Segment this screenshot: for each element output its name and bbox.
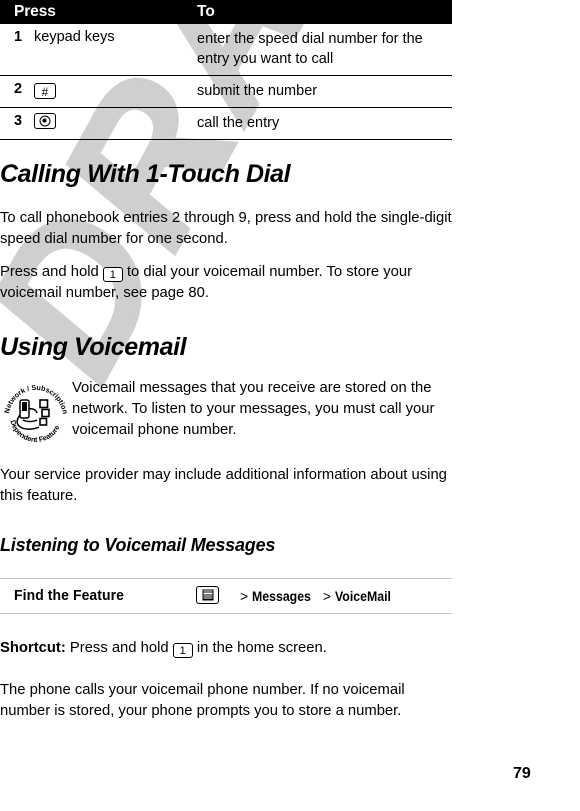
one-key-icon: 1: [102, 266, 123, 282]
menu-key-icon: [196, 586, 219, 605]
paragraph-closing: The phone calls your voicemail phone num…: [0, 682, 405, 719]
step-number: 1: [14, 29, 23, 45]
path-separator: >: [322, 588, 332, 604]
page-content: Press To 1 keypad keys enter the speed d…: [0, 0, 460, 811]
menu-path: > Messages > VoiceMail: [240, 588, 399, 604]
step-press-value: #: [34, 81, 189, 99]
svg-text:Dependent Feature: Dependent Feature: [8, 419, 61, 444]
step-number: 3: [14, 113, 23, 129]
table-row: 3 call the entry: [0, 108, 452, 140]
paragraph-service-provider: Your service provider may include additi…: [0, 467, 447, 504]
section-title-one-touch-dial: Calling With 1-Touch Dial: [0, 160, 291, 188]
find-the-feature-label: Find the Feature: [14, 587, 125, 604]
send-key-icon: [34, 113, 56, 129]
paragraph-one-touch-intro: To call phonebook entries 2 through 9, p…: [0, 210, 452, 247]
step-number: 2: [14, 81, 23, 97]
hash-key-icon: #: [34, 83, 56, 99]
table-row: 2 # submit the number: [0, 76, 452, 108]
menu-path-item-messages: Messages: [252, 588, 311, 604]
menu-path-item-voicemail: VoiceMail: [334, 588, 391, 604]
paragraph-shortcut: Shortcut: Press and hold 1 in the home s…: [0, 638, 460, 659]
table-row: 1 keypad keys enter the speed dial numbe…: [0, 24, 452, 76]
steps-table: Press To 1 keypad keys enter the speed d…: [0, 0, 452, 140]
column-header-press: Press: [14, 3, 56, 20]
network-subscription-dependent-feature-icon: Network / Subscription Dependent Feature: [3, 383, 69, 444]
subsection-title-listening: Listening to Voicemail Messages: [0, 535, 276, 555]
page-number: 79: [513, 765, 531, 782]
path-separator: >: [240, 588, 249, 604]
steps-table-header: Press To: [0, 0, 452, 24]
svg-text:Network / Subscription: Network / Subscription: [3, 383, 69, 415]
chapter-sidebar: Calling Features: [460, 0, 580, 811]
paragraph-one-touch-voicemail: Press and hold 1 to dial your voicemail …: [0, 264, 413, 301]
step-description: submit the number: [197, 83, 318, 99]
step-press-value: keypad keys: [34, 29, 115, 45]
step-press-value: [34, 113, 189, 130]
step-description: enter the speed dial number for the entr…: [197, 31, 423, 67]
step-description: call the entry: [197, 115, 280, 131]
shortcut-before-text: Press and hold: [69, 640, 169, 656]
one-key-icon: 1: [172, 642, 193, 658]
shortcut-after-text: in the home screen.: [196, 640, 327, 656]
column-header-to: To: [197, 3, 215, 20]
voicemail-note-text: Voicemail messages that you receive are …: [72, 380, 435, 438]
network-dependent-note: Network / Subscription Dependent Feature: [0, 378, 460, 444]
shortcut-label: Shortcut:: [0, 640, 66, 656]
section-title-using-voicemail: Using Voicemail: [0, 333, 187, 361]
find-the-feature-row: Find the Feature > Messages > VoiceMail: [0, 578, 452, 614]
